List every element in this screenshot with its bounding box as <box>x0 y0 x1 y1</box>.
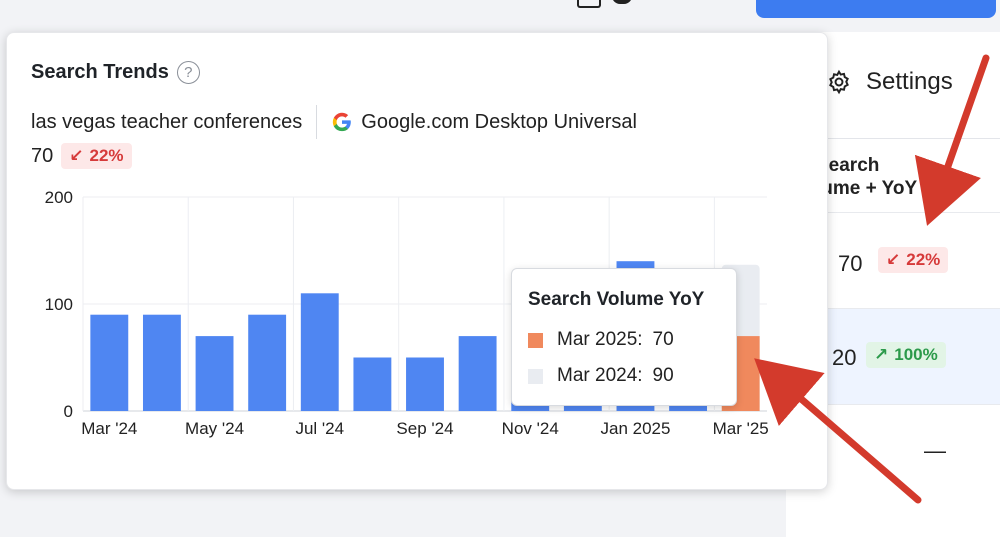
x-tick-label: May '24 <box>185 419 244 438</box>
y-tick-label: 100 <box>45 295 73 314</box>
chart-tooltip: Search Volume YoY Mar 2025: 70 Mar 2024:… <box>511 268 737 406</box>
bar <box>300 293 339 411</box>
badge-value: 22% <box>906 250 941 269</box>
settings-label: Settings <box>866 68 953 95</box>
column-header-search-volume[interactable]: Search lume + YoY <box>816 154 917 200</box>
row-volume-empty: — <box>924 438 946 463</box>
bar <box>353 357 392 411</box>
gear-icon <box>829 69 849 95</box>
column-header-line2: lume + YoY <box>816 178 918 199</box>
chevron-down-icon[interactable]: ⌄ <box>936 168 949 188</box>
tooltip-row-value: 90 <box>652 365 674 386</box>
bar <box>458 336 497 411</box>
tooltip-row-current: Mar 2025: 70 <box>528 329 674 351</box>
row-volume: 20 <box>832 345 857 370</box>
x-tick-label: Nov '24 <box>502 419 559 438</box>
arrow-down-left-icon: ↙ <box>886 250 901 269</box>
search-trends-popover: Search Trends ? las vegas teacher confer… <box>6 32 828 490</box>
tooltip-row-value: 70 <box>652 329 674 350</box>
x-tick-label: Sep '24 <box>396 419 453 438</box>
bar <box>406 357 444 411</box>
bar <box>248 314 287 411</box>
tooltip-title: Search Volume YoY <box>528 289 705 310</box>
yoy-badge-down: ↙ 22% <box>878 247 949 273</box>
tooltip-row-prior: Mar 2024: 90 <box>528 365 674 387</box>
column-header-line1: Search <box>816 155 880 176</box>
x-tick-label: Jul '24 <box>295 419 344 438</box>
arrow-up-right-icon: ↗ <box>874 345 889 364</box>
toolbar-label-fragment <box>612 0 632 4</box>
bar <box>142 314 181 411</box>
y-tick-label: 200 <box>45 188 73 207</box>
x-tick-label: Mar '24 <box>81 419 137 438</box>
tooltip-row-label: Mar 2024: <box>557 365 643 386</box>
badge-value: 100% <box>894 345 938 364</box>
x-tick-label: Mar '25 <box>713 419 769 438</box>
bar <box>90 314 129 411</box>
settings-button[interactable]: Settings <box>826 68 953 96</box>
primary-action-button[interactable] <box>756 0 996 18</box>
yoy-badge-up: ↗ 100% <box>866 342 946 368</box>
legend-swatch-current <box>528 332 543 348</box>
row-volume: 70 <box>838 251 863 276</box>
legend-swatch-prior <box>528 368 543 384</box>
search-trends-chart: 0 100 200 Mar '24 May '24 Jul '24 Sep '24 Nov '… <box>45 188 769 438</box>
tooltip-row-label: Mar 2025: <box>557 329 643 350</box>
toolbar-icon[interactable] <box>577 0 601 8</box>
y-tick-label: 0 <box>64 402 73 421</box>
bar <box>195 336 234 411</box>
x-tick-label: Jan 2025 <box>600 419 670 438</box>
